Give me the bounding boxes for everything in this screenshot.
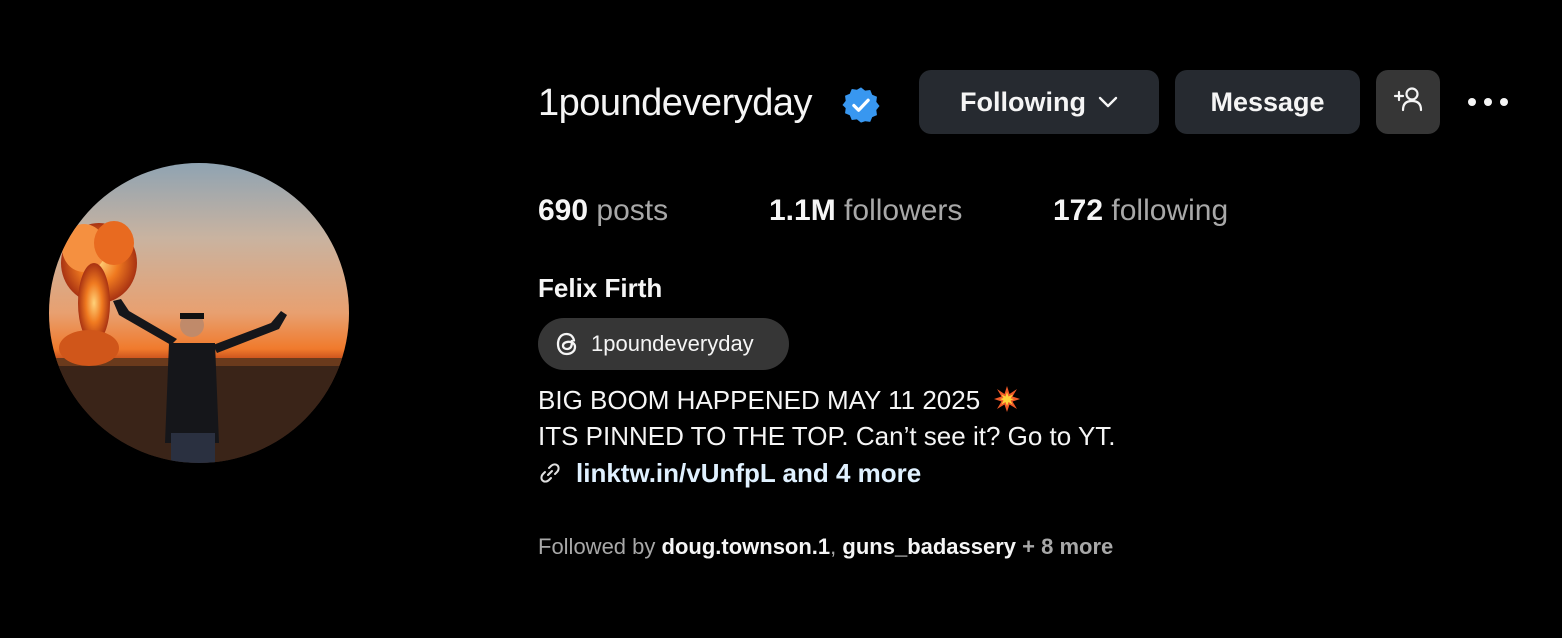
- mutual-follower-link[interactable]: doug.townson.1: [662, 534, 831, 559]
- bio-line-2: ITS PINNED TO THE TOP. Can’t see it? Go …: [538, 421, 1116, 451]
- more-options-icon[interactable]: [1466, 86, 1510, 118]
- link-icon: [538, 461, 562, 485]
- threads-icon: [552, 329, 582, 359]
- chevron-down-icon: [1098, 95, 1118, 109]
- following-number: 172: [1053, 194, 1104, 227]
- bio-link-text[interactable]: linktw.in/vUnfpL and 4 more: [576, 458, 921, 489]
- following-link[interactable]: 172 following: [1053, 193, 1228, 229]
- message-button-label: Message: [1210, 86, 1325, 117]
- message-button[interactable]: Message: [1175, 70, 1360, 134]
- followed-by: Followed by doug.townson.1, guns_badasse…: [538, 533, 1113, 561]
- verified-badge-icon: [842, 86, 880, 124]
- threads-handle: 1poundeveryday: [591, 331, 754, 356]
- collision-emoji-icon: [993, 385, 1021, 413]
- followed-by-separator: ,: [830, 534, 843, 559]
- followers-number: 1.1M: [769, 194, 836, 227]
- followers-link[interactable]: 1.1M followers: [769, 193, 962, 229]
- bio-line-1-text: BIG BOOM HAPPENED MAY 11 2025: [538, 385, 981, 415]
- following-button-label: Following: [960, 86, 1086, 117]
- posts-number: 690: [538, 194, 589, 227]
- bio-link[interactable]: linktw.in/vUnfpL and 4 more: [538, 456, 921, 490]
- following-label: following: [1111, 194, 1229, 227]
- profile-avatar[interactable]: [49, 163, 349, 463]
- posts-label: posts: [596, 194, 669, 227]
- suggested-users-button[interactable]: [1376, 70, 1440, 134]
- followers-label: followers: [844, 194, 963, 227]
- username: 1poundeveryday: [538, 82, 813, 124]
- avatar-image: [49, 163, 349, 463]
- followed-by-more[interactable]: + 8 more: [1016, 534, 1113, 559]
- threads-badge[interactable]: 1poundeveryday: [538, 318, 789, 370]
- add-user-icon: [1392, 85, 1424, 120]
- full-name: Felix Firth: [538, 273, 663, 303]
- followed-by-prefix: Followed by: [538, 534, 662, 559]
- following-button[interactable]: Following: [919, 70, 1159, 134]
- mutual-follower-link[interactable]: guns_badassery: [842, 534, 1016, 559]
- posts-count: 690 posts: [538, 193, 668, 229]
- bio-line-1: BIG BOOM HAPPENED MAY 11 2025: [538, 384, 1021, 416]
